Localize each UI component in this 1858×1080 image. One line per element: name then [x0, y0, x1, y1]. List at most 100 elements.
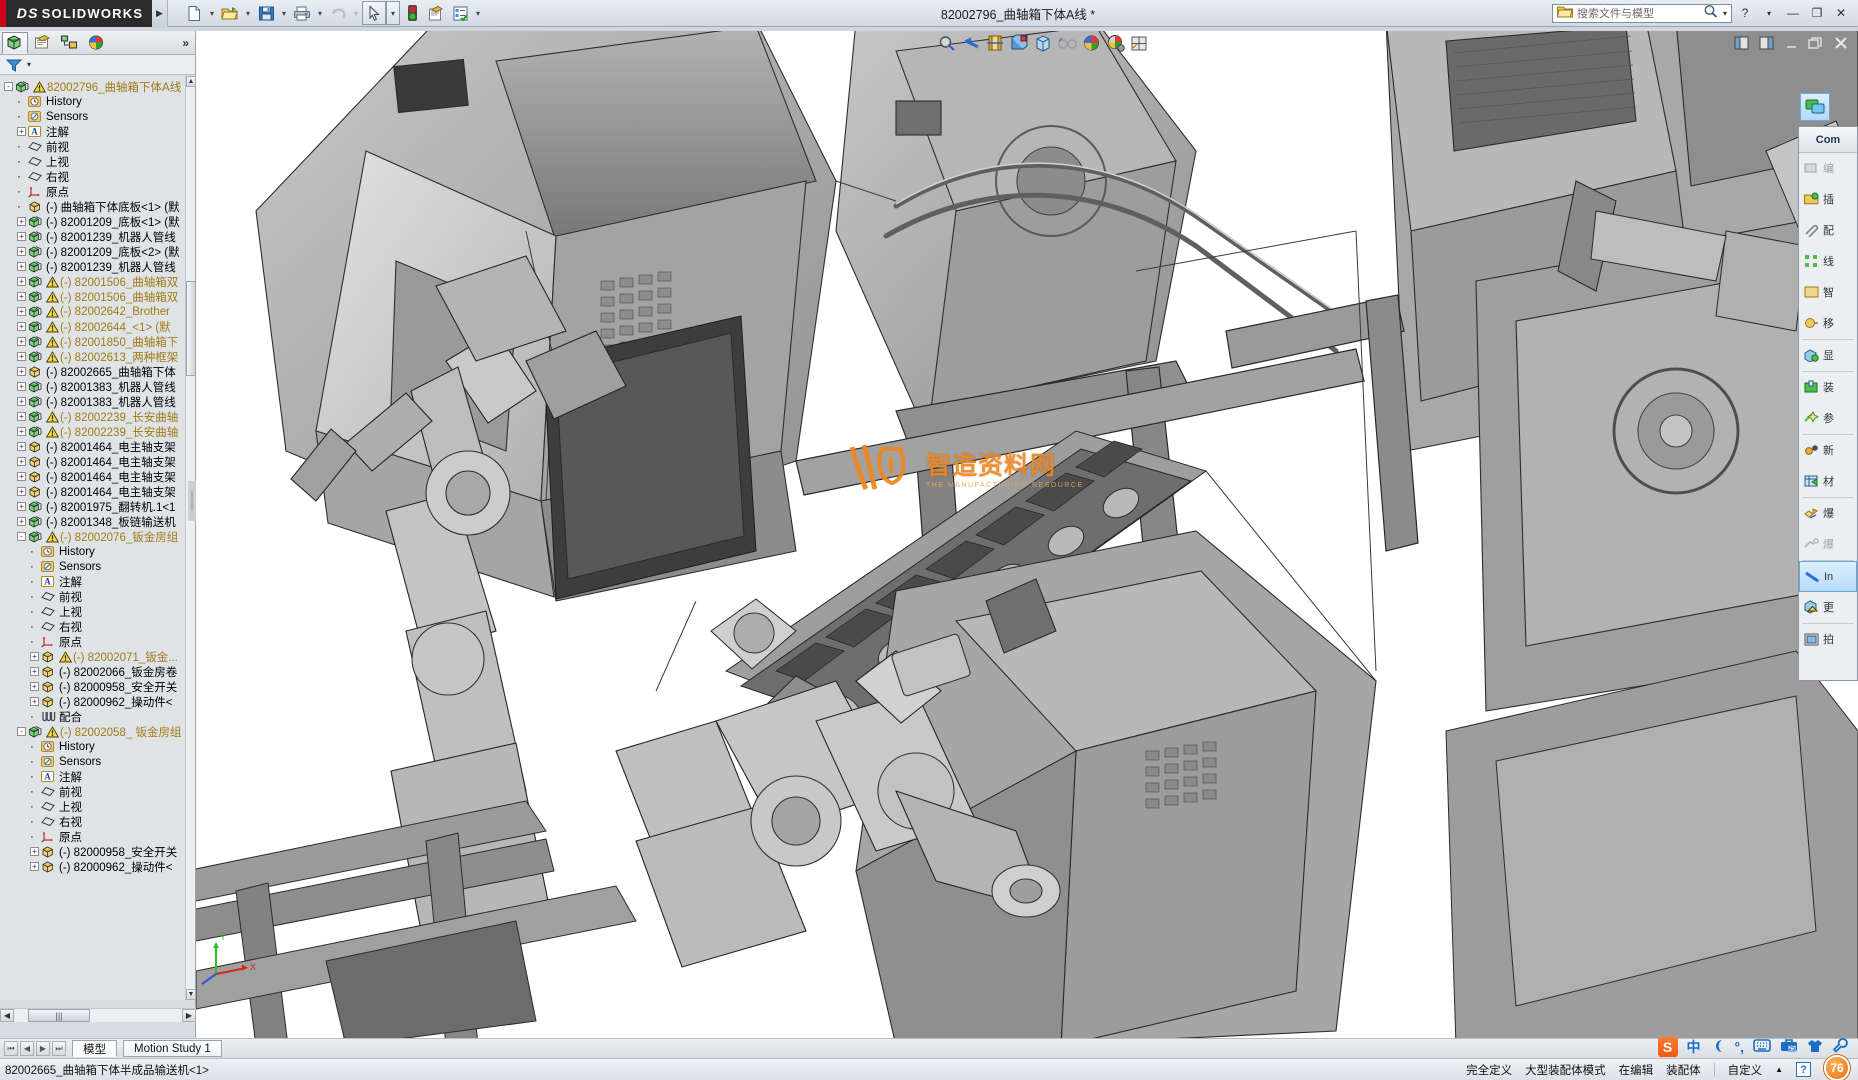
tree-item[interactable]: +(-) 82001383_机器人管线 — [0, 379, 185, 394]
assembly-command-item[interactable]: 爆 — [1799, 529, 1857, 560]
tree-item[interactable]: +(-) 82001239_机器人管线 — [0, 229, 185, 244]
tree-item[interactable]: +(-) 82002239_长安曲轴 — [0, 424, 185, 439]
tree-item[interactable]: ·Sensors — [0, 109, 185, 124]
ime-chinese-mode-icon[interactable]: 中 — [1687, 1037, 1701, 1057]
display-style-button[interactable] — [1032, 33, 1054, 53]
assembly-command-item[interactable]: 更 — [1799, 592, 1857, 623]
assembly-command-item[interactable]: 装 — [1799, 372, 1857, 403]
assembly-command-item[interactable]: 拍 — [1799, 624, 1857, 655]
tree-item[interactable]: ·原点 — [0, 184, 185, 199]
nav-prev-button[interactable]: ◀ — [20, 1041, 34, 1056]
tree-expander[interactable]: - — [4, 82, 13, 91]
select-tool-button[interactable] — [362, 1, 386, 25]
tree-item[interactable]: ·配合 — [0, 709, 185, 724]
hscroll-right-arrow[interactable]: ▶ — [182, 1009, 196, 1022]
tree-item[interactable]: +(-) 82001464_电主轴支架 — [0, 469, 185, 484]
assembly-command-item[interactable]: 显 — [1799, 340, 1857, 371]
tree-item[interactable]: +(-) 82002613_两种框架 — [0, 349, 185, 364]
graphics-viewport[interactable]: 智造资料网 THE MANUFACTURING RESOURCE Y X — [196, 31, 1858, 1046]
tree-item[interactable]: ·(-) 曲轴箱下体底板<1> (默 — [0, 199, 185, 214]
tree-item[interactable]: ·Sensors — [0, 559, 185, 574]
tree-item[interactable]: ·A注解 — [0, 769, 185, 784]
tree-item[interactable]: +(-) 82001383_机器人管线 — [0, 394, 185, 409]
assembly-command-item[interactable]: 智 — [1799, 277, 1857, 308]
tree-item[interactable]: +(-) 82001209_底板<2> (默 — [0, 244, 185, 259]
status-help-icon[interactable]: ? — [1796, 1062, 1811, 1077]
tree-expander[interactable]: + — [17, 277, 26, 286]
tree-item[interactable]: +(-) 82001464_电主轴支架 — [0, 454, 185, 469]
tree-item[interactable]: +(-) 82002644_<1> (默 — [0, 319, 185, 334]
document-restore-button[interactable] — [1805, 33, 1827, 53]
tree-item[interactable]: ·上视 — [0, 799, 185, 814]
ime-toolbox-icon[interactable]: 25 — [1780, 1038, 1798, 1056]
tree-item[interactable]: +A注解 — [0, 124, 185, 139]
feature-manager-tab[interactable] — [2, 32, 28, 54]
document-minimize-button[interactable] — [1780, 33, 1802, 53]
tree-filter-bar[interactable]: ▾ — [0, 55, 195, 75]
tree-expander[interactable]: + — [30, 847, 39, 856]
ime-moon-icon[interactable] — [1710, 1038, 1726, 1057]
menu-expand-arrow[interactable]: ▶ — [152, 0, 168, 27]
assembly-command-item[interactable]: In — [1799, 561, 1857, 592]
close-button[interactable]: ✕ — [1830, 3, 1852, 23]
panel-splitter-handle[interactable] — [188, 481, 196, 521]
hscroll-thumb[interactable]: ||| — [28, 1009, 90, 1022]
search-dropdown-caret[interactable]: ▾ — [1719, 9, 1731, 18]
tree-item[interactable]: ·A注解 — [0, 574, 185, 589]
status-expand-caret-icon[interactable]: ▲ — [1775, 1065, 1783, 1074]
tree-expander[interactable]: + — [17, 502, 26, 511]
tree-expander[interactable]: + — [30, 667, 39, 676]
tree-item[interactable]: +(-) 82000958_安全开关 — [0, 844, 185, 859]
open-document-button[interactable] — [218, 1, 242, 25]
tree-item[interactable]: +(-) 82002642_Brother — [0, 304, 185, 319]
print-document-button[interactable] — [290, 1, 314, 25]
undo-caret[interactable]: ▾ — [350, 1, 362, 25]
tree-item[interactable]: ·前视 — [0, 784, 185, 799]
search-magnifier-icon[interactable] — [1703, 4, 1719, 22]
tree-expander[interactable]: + — [17, 217, 26, 226]
viewport-layout-button[interactable] — [1128, 33, 1150, 53]
tree-expander[interactable]: + — [17, 397, 26, 406]
tree-expander[interactable]: + — [17, 442, 26, 451]
save-document-caret[interactable]: ▾ — [278, 1, 290, 25]
ime-punctuation-icon[interactable]: °, — [1735, 1039, 1745, 1055]
tree-expander[interactable]: + — [17, 412, 26, 421]
assembly-command-panel[interactable]: Com 编插配线智移显装参新材爆爆In更拍 — [1798, 126, 1858, 681]
tree-item[interactable]: +(-) 82001975_翻转机.1<1 — [0, 499, 185, 514]
tree-expander[interactable]: + — [17, 322, 26, 331]
tree-expander[interactable]: + — [17, 262, 26, 271]
split-horizontal-button[interactable] — [1730, 33, 1752, 53]
tree-item[interactable]: ·右视 — [0, 169, 185, 184]
open-document-caret[interactable]: ▾ — [242, 1, 254, 25]
tree-item[interactable]: ·前视 — [0, 589, 185, 604]
assembly-command-list[interactable]: 编插配线智移显装参新材爆爆In更拍 — [1799, 153, 1857, 655]
new-document-caret[interactable]: ▾ — [206, 1, 218, 25]
tree-item[interactable]: +(-) 82000962_操动件< — [0, 694, 185, 709]
restore-button[interactable]: ❐ — [1806, 3, 1828, 23]
view-orientation-button[interactable] — [1008, 33, 1030, 53]
tree-item[interactable]: +(-) 82002071_钣金... — [0, 649, 185, 664]
tree-expander[interactable]: + — [30, 862, 39, 871]
tree-item[interactable]: +(-) 82001464_电主轴支架 — [0, 484, 185, 499]
tree-item[interactable]: ·原点 — [0, 829, 185, 844]
undo-button[interactable] — [326, 1, 350, 25]
assembly-command-item[interactable]: 配 — [1799, 215, 1857, 246]
properties-caret[interactable]: ▾ — [472, 1, 484, 25]
tree-item[interactable]: ·History — [0, 544, 185, 559]
scroll-thumb[interactable] — [186, 281, 196, 376]
hide-show-items-button[interactable] — [1056, 33, 1078, 53]
tree-expander[interactable]: + — [30, 697, 39, 706]
assembly-command-item[interactable]: 材 — [1799, 466, 1857, 497]
property-manager-tab[interactable] — [29, 32, 55, 54]
print-document-caret[interactable]: ▾ — [314, 1, 326, 25]
tab-model[interactable]: 模型 — [72, 1040, 117, 1057]
tree-expander[interactable]: + — [17, 487, 26, 496]
tree-expander[interactable]: - — [17, 727, 26, 736]
tree-item[interactable]: +(-) 82002665_曲轴箱下体 — [0, 364, 185, 379]
scroll-down-arrow[interactable]: ▼ — [186, 989, 196, 1000]
feature-tree[interactable]: -82002796_曲轴箱下体A线·History·Sensors+A注解·前视… — [0, 76, 185, 1000]
zoom-to-area-button[interactable] — [936, 33, 958, 53]
tree-expander[interactable]: + — [17, 472, 26, 481]
tree-expander[interactable]: + — [30, 682, 39, 691]
tree-horizontal-scrollbar[interactable]: ◀ ||| ▶ — [0, 1008, 196, 1022]
